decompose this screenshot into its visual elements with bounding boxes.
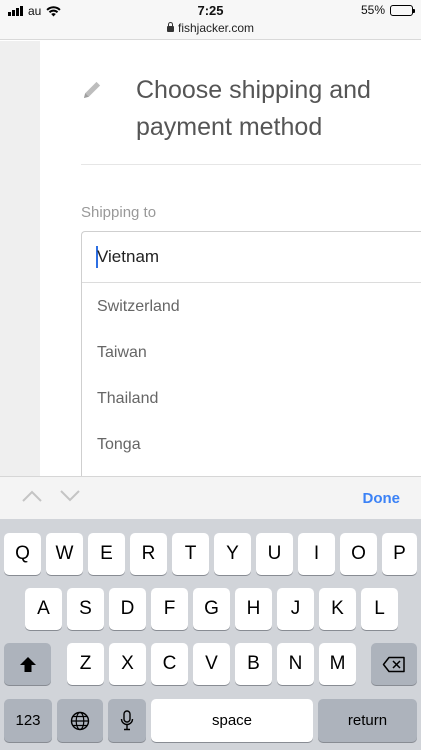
country-option[interactable]: Tonga <box>82 422 421 468</box>
battery-icon <box>390 4 415 16</box>
key-m[interactable]: M <box>319 643 356 685</box>
key-g[interactable]: G <box>193 588 230 630</box>
shipping-country-input[interactable]: Vietnam <box>82 232 421 283</box>
key-i[interactable]: I <box>298 533 335 575</box>
key-a[interactable]: A <box>25 588 62 630</box>
key-p[interactable]: P <box>382 533 417 575</box>
dictation-key[interactable] <box>108 699 146 742</box>
backspace-key[interactable] <box>371 643 417 685</box>
key-c[interactable]: C <box>151 643 188 685</box>
page-title: Choose shipping and payment method <box>136 76 371 141</box>
key-z[interactable]: Z <box>67 643 104 685</box>
key-y[interactable]: Y <box>214 533 251 575</box>
key-t[interactable]: T <box>172 533 209 575</box>
status-bar: au 7:25 fishjacker.com 55% <box>0 0 421 40</box>
space-key[interactable]: space <box>151 699 313 742</box>
backspace-icon <box>382 656 405 672</box>
numbers-key[interactable]: 123 <box>4 699 52 742</box>
country-options-list: Switzerland Taiwan Thailand Tonga <box>82 284 421 468</box>
globe-key[interactable] <box>57 699 103 742</box>
shipping-label: Shipping to <box>81 204 157 221</box>
divider <box>81 164 421 165</box>
chevron-up-icon[interactable] <box>22 489 42 503</box>
key-k[interactable]: K <box>319 588 356 630</box>
address-bar[interactable]: fishjacker.com <box>0 21 421 35</box>
key-e[interactable]: E <box>88 533 125 575</box>
key-n[interactable]: N <box>277 643 314 685</box>
key-b[interactable]: B <box>235 643 272 685</box>
chevron-down-icon[interactable] <box>60 489 80 503</box>
done-button[interactable]: Done <box>363 490 401 507</box>
lock-icon <box>166 22 174 32</box>
pencil-icon <box>84 81 101 98</box>
left-gutter <box>0 41 40 476</box>
country-option[interactable]: Taiwan <box>82 330 421 376</box>
clock: 7:25 <box>197 3 224 18</box>
key-x[interactable]: X <box>109 643 146 685</box>
country-option[interactable]: Thailand <box>82 376 421 422</box>
url-text: fishjacker.com <box>177 21 255 35</box>
shift-key[interactable] <box>4 643 51 685</box>
key-d[interactable]: D <box>109 588 146 630</box>
key-j[interactable]: J <box>277 588 314 630</box>
country-option[interactable]: Switzerland <box>82 284 421 330</box>
return-key[interactable]: return <box>318 699 417 742</box>
shipping-country-value: Vietnam <box>97 247 160 266</box>
shift-icon <box>19 656 36 672</box>
key-o[interactable]: O <box>340 533 377 575</box>
key-l[interactable]: L <box>361 588 398 630</box>
key-f[interactable]: F <box>151 588 188 630</box>
key-u[interactable]: U <box>256 533 293 575</box>
key-w[interactable]: W <box>46 533 83 575</box>
keyboard-accessory-bar: Done <box>0 476 421 519</box>
status-right: 55% <box>360 3 415 17</box>
keyboard: Q W E R T Y U I O P A S D F G H J K L Z … <box>0 519 421 750</box>
key-v[interactable]: V <box>193 643 230 685</box>
battery-percent: 55% <box>360 3 385 17</box>
globe-icon <box>70 711 90 730</box>
microphone-icon <box>120 710 134 731</box>
key-h[interactable]: H <box>235 588 272 630</box>
shipping-country-combobox[interactable]: Vietnam Switzerland Taiwan Thailand Tong… <box>81 231 421 476</box>
key-r[interactable]: R <box>130 533 167 575</box>
key-s[interactable]: S <box>67 588 104 630</box>
key-q[interactable]: Q <box>4 533 41 575</box>
